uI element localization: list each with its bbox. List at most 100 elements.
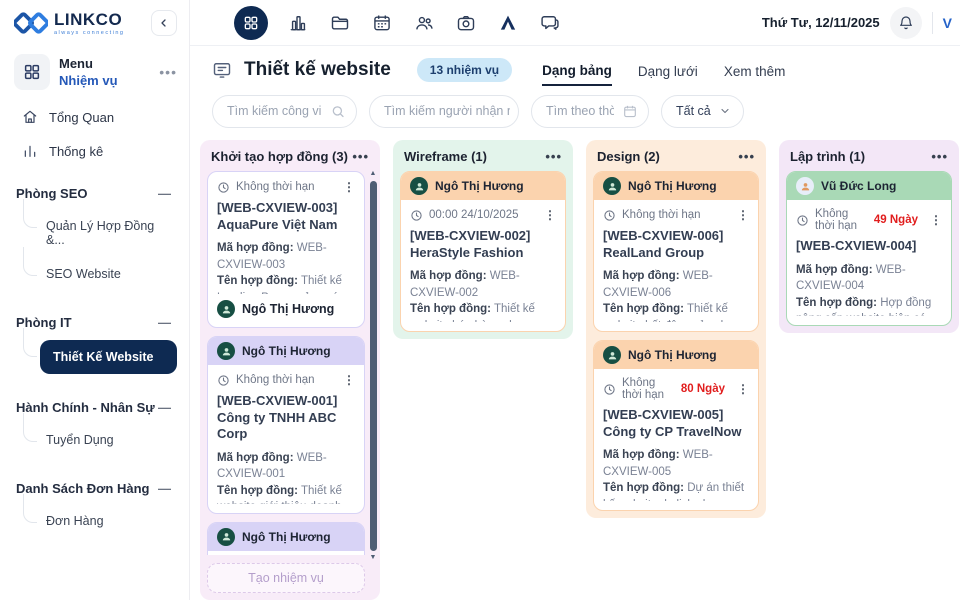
card-time-row: 00:00 24/10/2025 ⋮ bbox=[410, 208, 556, 222]
scroll-up-icon[interactable]: ▲ bbox=[370, 170, 377, 178]
users-icon[interactable] bbox=[414, 13, 434, 33]
card-deadline: Không thời hạn bbox=[622, 209, 701, 221]
chat-icon[interactable] bbox=[540, 13, 560, 33]
group-children: Thiết Kế Website bbox=[0, 338, 189, 382]
sidebar-collapse-button[interactable] bbox=[151, 10, 177, 36]
avatar bbox=[796, 177, 814, 195]
sidebar-item-thiet-ke-website[interactable]: Thiết Kế Website bbox=[40, 340, 177, 374]
search-time-input[interactable] bbox=[532, 104, 622, 118]
card-menu-icon[interactable]: ⋮ bbox=[737, 382, 749, 396]
status-filter-dropdown[interactable]: Tất cả bbox=[661, 95, 744, 128]
field-label: Mã hợp đồng: bbox=[217, 242, 294, 254]
task-card[interactable]: Vũ Đức Long Không thời hạn 49 Ngày ⋮ [WE… bbox=[786, 171, 952, 326]
column-menu-icon[interactable]: ••• bbox=[352, 149, 369, 164]
create-task-button[interactable]: Tạo nhiệm vụ bbox=[207, 563, 365, 593]
card-time-row: Không thời hạn ⋮ bbox=[603, 208, 749, 222]
sidebar-group-phong-seo: Phòng SEO — Quản Lý Hợp Đồng &... SEO We… bbox=[0, 178, 189, 297]
tab-xem-them[interactable]: Xem thêm bbox=[724, 56, 786, 85]
calendar-icon[interactable] bbox=[372, 13, 392, 33]
assignee-name: Ngô Thị Hương bbox=[435, 179, 524, 193]
column-scrollbar[interactable]: ▲ ▼ bbox=[368, 170, 378, 562]
field-label: Tên hợp đồng: bbox=[796, 297, 877, 309]
task-card[interactable]: Ngô Thị Hương Không thời hạn ⋮ [WEB-CXVI… bbox=[207, 336, 365, 514]
card-title: [WEB-CXVIEW-003] AquaPure Việt Nam bbox=[217, 200, 355, 233]
card-title: [WEB-CXVIEW-001] Công ty TNHH ABC Corp bbox=[217, 393, 355, 443]
scrollbar-thumb[interactable] bbox=[370, 181, 377, 551]
scroll-down-icon[interactable]: ▼ bbox=[370, 554, 377, 562]
view-tabs: Dạng bảng Dạng lưới Xem thêm bbox=[542, 55, 785, 86]
main-area: Thứ Tư, 12/11/2025 V Thiết kế website 13… bbox=[190, 0, 960, 600]
field-label: Mã hợp đồng: bbox=[796, 264, 873, 276]
card-list: Ngô Thị Hương Không thời hạn ⋮ [WEB-CXVI… bbox=[593, 171, 759, 511]
card-assignee-band: Vũ Đức Long bbox=[787, 172, 951, 200]
sidebar-item-don-hang[interactable]: Đơn Hàng bbox=[40, 506, 177, 536]
task-card[interactable]: Không thời hạn ⋮ [WEB-CXVIEW-003] AquaPu… bbox=[207, 171, 365, 328]
linkco-logo-icon bbox=[14, 10, 48, 36]
user-avatar[interactable]: V bbox=[943, 15, 952, 31]
bar-chart-icon[interactable] bbox=[288, 13, 308, 33]
card-fields: Mã hợp đồng: WEB-CXVIEW-001 Tên hợp đồng… bbox=[217, 450, 355, 504]
notifications-button[interactable] bbox=[890, 7, 922, 39]
column-menu-icon[interactable]: ••• bbox=[738, 149, 755, 164]
apps-icon[interactable] bbox=[234, 6, 268, 40]
camera-icon[interactable] bbox=[456, 13, 476, 33]
card-menu-icon[interactable]: ⋮ bbox=[930, 213, 942, 227]
collapse-minus-icon[interactable]: — bbox=[158, 400, 171, 415]
folder-icon[interactable] bbox=[330, 13, 350, 33]
collapse-minus-icon[interactable]: — bbox=[158, 186, 171, 201]
search-assignee-input[interactable] bbox=[370, 104, 518, 118]
collapse-minus-icon[interactable]: — bbox=[158, 315, 171, 330]
card-list: Không thời hạn ⋮ [WEB-CXVIEW-003] AquaPu… bbox=[207, 171, 365, 555]
search-task-field bbox=[212, 95, 357, 128]
chevron-down-icon bbox=[719, 105, 731, 117]
sidebar-item-quan-ly-hop-dong[interactable]: Quản Lý Hợp Đồng &... bbox=[40, 211, 177, 255]
card-list: Vũ Đức Long Không thời hạn 49 Ngày ⋮ [WE… bbox=[786, 171, 952, 326]
brand-tagline: always connecting bbox=[54, 30, 124, 36]
card-title: [WEB-CXVIEW-005] Công ty CP TravelNow bbox=[603, 407, 749, 440]
task-card[interactable]: Ngô Thị Hương 00:00 24/10/2025 ⋮ [WEB-CX… bbox=[400, 171, 566, 332]
column-menu-icon[interactable]: ••• bbox=[931, 149, 948, 164]
card-menu-icon[interactable]: ⋮ bbox=[343, 180, 355, 194]
task-card[interactable]: Ngô Thị Hương Không thời hạn ⋮ [WEB-CXVI… bbox=[593, 171, 759, 332]
task-card[interactable]: Ngô Thị Hương Không thời hạn ⋮ [WEB-CXVI… bbox=[207, 522, 365, 556]
card-deadline: Không thời hạn bbox=[622, 377, 675, 401]
card-menu-icon[interactable]: ⋮ bbox=[737, 208, 749, 222]
topbar-right: Thứ Tư, 12/11/2025 V bbox=[762, 7, 952, 39]
clock-icon bbox=[603, 383, 616, 396]
avatar bbox=[217, 342, 235, 360]
sidebar-item-tong-quan[interactable]: Tổng Quan bbox=[0, 100, 189, 134]
task-card[interactable]: Ngô Thị Hương Không thời hạn 80 Ngày ⋮ [… bbox=[593, 340, 759, 511]
kanban-board: Khởi tạo hợp đồng (3) ••• Không thời hạn… bbox=[190, 134, 960, 600]
menu-block[interactable]: Menu Nhiệm vụ ••• bbox=[0, 46, 189, 100]
ads-icon[interactable] bbox=[498, 13, 518, 33]
due-days-badge: 80 Ngày bbox=[681, 383, 725, 395]
menu-grid-icon bbox=[14, 54, 50, 90]
column-menu-icon[interactable]: ••• bbox=[545, 149, 562, 164]
column-title: Khởi tạo hợp đồng (3) bbox=[211, 149, 348, 164]
tab-dang-bang[interactable]: Dạng bảng bbox=[542, 55, 612, 86]
column-lap-trinh: Lập trình (1) ••• Vũ Đức Long Không thời… bbox=[779, 140, 959, 333]
search-task-input[interactable] bbox=[213, 104, 330, 118]
assignee-name: Ngô Thị Hương bbox=[628, 348, 717, 362]
card-deadline: 00:00 24/10/2025 bbox=[429, 209, 519, 221]
home-icon bbox=[22, 109, 38, 125]
sidebar-group-hanh-chinh: Hành Chính - Nhân Sự — Tuyển Dụng bbox=[0, 392, 189, 463]
card-title: [WEB-CXVIEW-004] bbox=[796, 238, 942, 255]
avatar bbox=[217, 300, 235, 318]
collapse-minus-icon[interactable]: — bbox=[158, 481, 171, 496]
tab-dang-luoi[interactable]: Dạng lưới bbox=[638, 56, 698, 85]
sidebar-item-label: Tổng Quan bbox=[49, 110, 114, 125]
menu-subtitle: Nhiệm vụ bbox=[59, 73, 118, 88]
group-children: Đơn Hàng bbox=[0, 504, 189, 544]
card-menu-icon[interactable]: ⋮ bbox=[343, 373, 355, 387]
menu-more-icon[interactable]: ••• bbox=[159, 64, 177, 80]
card-menu-icon[interactable]: ⋮ bbox=[544, 208, 556, 222]
card-assignee-band: Ngô Thị Hương bbox=[401, 172, 565, 200]
sidebar-item-seo-website[interactable]: SEO Website bbox=[40, 259, 177, 289]
sidebar-item-thong-ke[interactable]: Thống kê bbox=[0, 134, 189, 168]
card-assignee-band: Ngô Thị Hương bbox=[208, 523, 364, 551]
column-design: Design (2) ••• Ngô Thị Hương Không thời … bbox=[586, 140, 766, 518]
clock-icon bbox=[410, 209, 423, 222]
sidebar-item-tuyen-dung[interactable]: Tuyển Dụng bbox=[40, 425, 177, 455]
column-khoi-tao-hop-dong: Khởi tạo hợp đồng (3) ••• Không thời hạn… bbox=[200, 140, 380, 600]
